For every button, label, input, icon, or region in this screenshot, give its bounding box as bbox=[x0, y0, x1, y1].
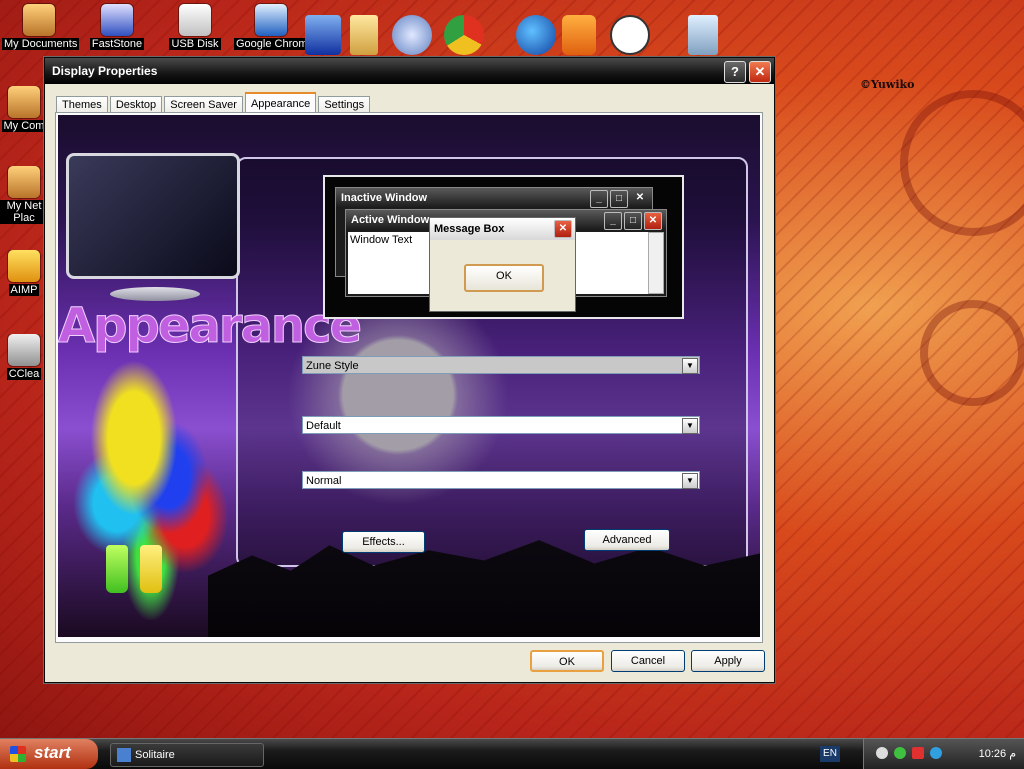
window-text: Window Text bbox=[350, 234, 413, 246]
message-box-preview: Message Box ✕ OK bbox=[429, 217, 576, 312]
appearance-preview: Inactive Window _ □ ✕ Active Window _ □ … bbox=[323, 175, 684, 319]
desktop-icon-ccleaner[interactable]: CClea bbox=[0, 334, 48, 380]
wallpaper-circle bbox=[900, 90, 1024, 236]
chevron-down-icon[interactable]: ▼ bbox=[682, 473, 698, 489]
display-properties-dialog: Display Properties ? ✕ Themes Desktop Sc… bbox=[44, 57, 775, 683]
desktop-icon-my-computer[interactable]: My Com bbox=[0, 86, 48, 132]
dock-recycle-bin-icon[interactable] bbox=[688, 15, 718, 55]
message-box-title: Message Box ✕ bbox=[430, 218, 575, 240]
appearance-art-title: Appearance bbox=[58, 298, 363, 355]
appearance-panel: Appearance Inactive Window _ □ ✕ Active … bbox=[55, 112, 763, 643]
close-icon: ✕ bbox=[635, 192, 645, 203]
apply-button[interactable]: Apply bbox=[691, 650, 765, 672]
color-scheme-value: Zune Style bbox=[306, 360, 359, 372]
paint-bottle-yellow bbox=[140, 545, 162, 593]
desktop-icon-aimp[interactable]: AIMP bbox=[0, 250, 48, 296]
dock-chrome-icon[interactable] bbox=[444, 15, 484, 55]
tray-volume-icon[interactable] bbox=[876, 747, 888, 759]
message-box-ok-button: OK bbox=[464, 264, 544, 292]
inactive-window-title-text: Inactive Window bbox=[341, 192, 428, 204]
dock-monitor-icon[interactable] bbox=[305, 15, 341, 55]
message-box-title-text: Message Box bbox=[434, 223, 505, 235]
ok-button[interactable]: OK bbox=[530, 650, 604, 672]
minimize-icon: _ bbox=[590, 190, 608, 208]
start-label: start bbox=[34, 743, 71, 762]
chevron-down-icon[interactable]: ▼ bbox=[682, 418, 698, 434]
taskbar-item-label: Solitaire bbox=[135, 749, 175, 761]
chevron-down-icon[interactable]: ▼ bbox=[682, 358, 698, 374]
dock-folder-icon[interactable] bbox=[350, 15, 378, 55]
computer-icon bbox=[8, 86, 40, 118]
taskbar: start Solitaire EN 10:26 م bbox=[0, 738, 1024, 769]
third-select[interactable]: Normal ▼ bbox=[302, 471, 700, 489]
dialog-title-bar[interactable]: Display Properties ? ✕ bbox=[45, 58, 774, 84]
wallpaper-watermark: ©Yuwiko bbox=[860, 78, 915, 91]
windows-logo-icon bbox=[10, 746, 26, 762]
desktop-icon-label: Google Chrome bbox=[234, 38, 316, 50]
desktop-icon-usb-disk[interactable]: USB Disk bbox=[158, 4, 232, 50]
dock-clock-icon[interactable] bbox=[610, 15, 650, 55]
maximize-icon: □ bbox=[624, 212, 642, 230]
tab-strip: Themes Desktop Screen Saver Appearance S… bbox=[56, 92, 371, 114]
appearance-artwork: Appearance Inactive Window _ □ ✕ Active … bbox=[58, 115, 760, 637]
desktop-icon-my-documents[interactable]: My Documents bbox=[2, 4, 80, 50]
tray-network-icon[interactable] bbox=[894, 747, 906, 759]
dock-globe-icon[interactable] bbox=[516, 15, 556, 55]
language-indicator[interactable]: EN bbox=[820, 746, 840, 762]
clock[interactable]: 10:26 م bbox=[979, 747, 1016, 760]
usb-disk-icon bbox=[179, 4, 211, 36]
network-icon bbox=[8, 166, 40, 198]
dock-disk-icon[interactable] bbox=[392, 15, 432, 55]
inactive-window-title: Inactive Window _ □ ✕ bbox=[336, 188, 652, 208]
desktop-icon-label: My Documents bbox=[2, 38, 80, 50]
color-scheme-select[interactable]: Zune Style ▼ bbox=[302, 356, 700, 374]
tray-update-icon[interactable] bbox=[930, 747, 942, 759]
tray-security-icon[interactable] bbox=[912, 747, 924, 759]
font-size-select[interactable]: Default ▼ bbox=[302, 416, 700, 434]
desktop-icon-label: USB Disk bbox=[169, 38, 221, 50]
faststone-icon bbox=[101, 4, 133, 36]
effects-button[interactable]: Effects... bbox=[342, 531, 425, 553]
desktop-icon-label: FastStone bbox=[89, 38, 145, 50]
paint-bottle-green bbox=[106, 545, 128, 593]
folder-icon bbox=[23, 4, 55, 36]
preview-scrollbar bbox=[648, 232, 664, 294]
maximize-icon: □ bbox=[610, 190, 628, 208]
desktop-icon-faststone[interactable]: FastStone bbox=[80, 4, 154, 50]
chrome-shortcut-icon bbox=[255, 4, 287, 36]
desktop-icon-label: CClea bbox=[6, 368, 42, 380]
solitaire-icon bbox=[117, 748, 131, 762]
close-icon: ✕ bbox=[644, 212, 662, 230]
close-icon: ✕ bbox=[554, 220, 572, 238]
third-select-value: Normal bbox=[306, 475, 342, 487]
taskbar-item-solitaire[interactable]: Solitaire bbox=[110, 743, 264, 767]
ccleaner-icon bbox=[8, 334, 40, 366]
help-button[interactable]: ? bbox=[724, 61, 746, 83]
active-window-title-text: Active Window bbox=[351, 214, 430, 226]
close-button[interactable]: ✕ bbox=[749, 61, 771, 83]
tab-appearance[interactable]: Appearance bbox=[244, 92, 317, 114]
dialog-title: Display Properties bbox=[52, 64, 158, 78]
dock-media-player-icon[interactable] bbox=[562, 15, 596, 55]
aimp-icon bbox=[8, 250, 40, 282]
desktop-icon-google-chrome[interactable]: Google Chrome bbox=[234, 4, 316, 50]
desktop-icon-label: AIMP bbox=[8, 284, 40, 296]
minimize-icon: _ bbox=[604, 212, 622, 230]
system-tray: 10:26 م bbox=[863, 739, 1024, 769]
start-button[interactable]: start bbox=[0, 739, 98, 769]
advanced-button[interactable]: Advanced bbox=[584, 529, 670, 551]
desktop-icon-my-network[interactable]: My Net Plac bbox=[0, 166, 48, 224]
font-size-value: Default bbox=[306, 420, 341, 432]
monitor-illustration bbox=[66, 153, 240, 279]
cancel-button[interactable]: Cancel bbox=[611, 650, 685, 672]
desktop-icon-label: My Net Plac bbox=[0, 200, 48, 224]
desktop-icon-label: My Com bbox=[1, 120, 47, 132]
wallpaper-circle bbox=[920, 300, 1024, 406]
